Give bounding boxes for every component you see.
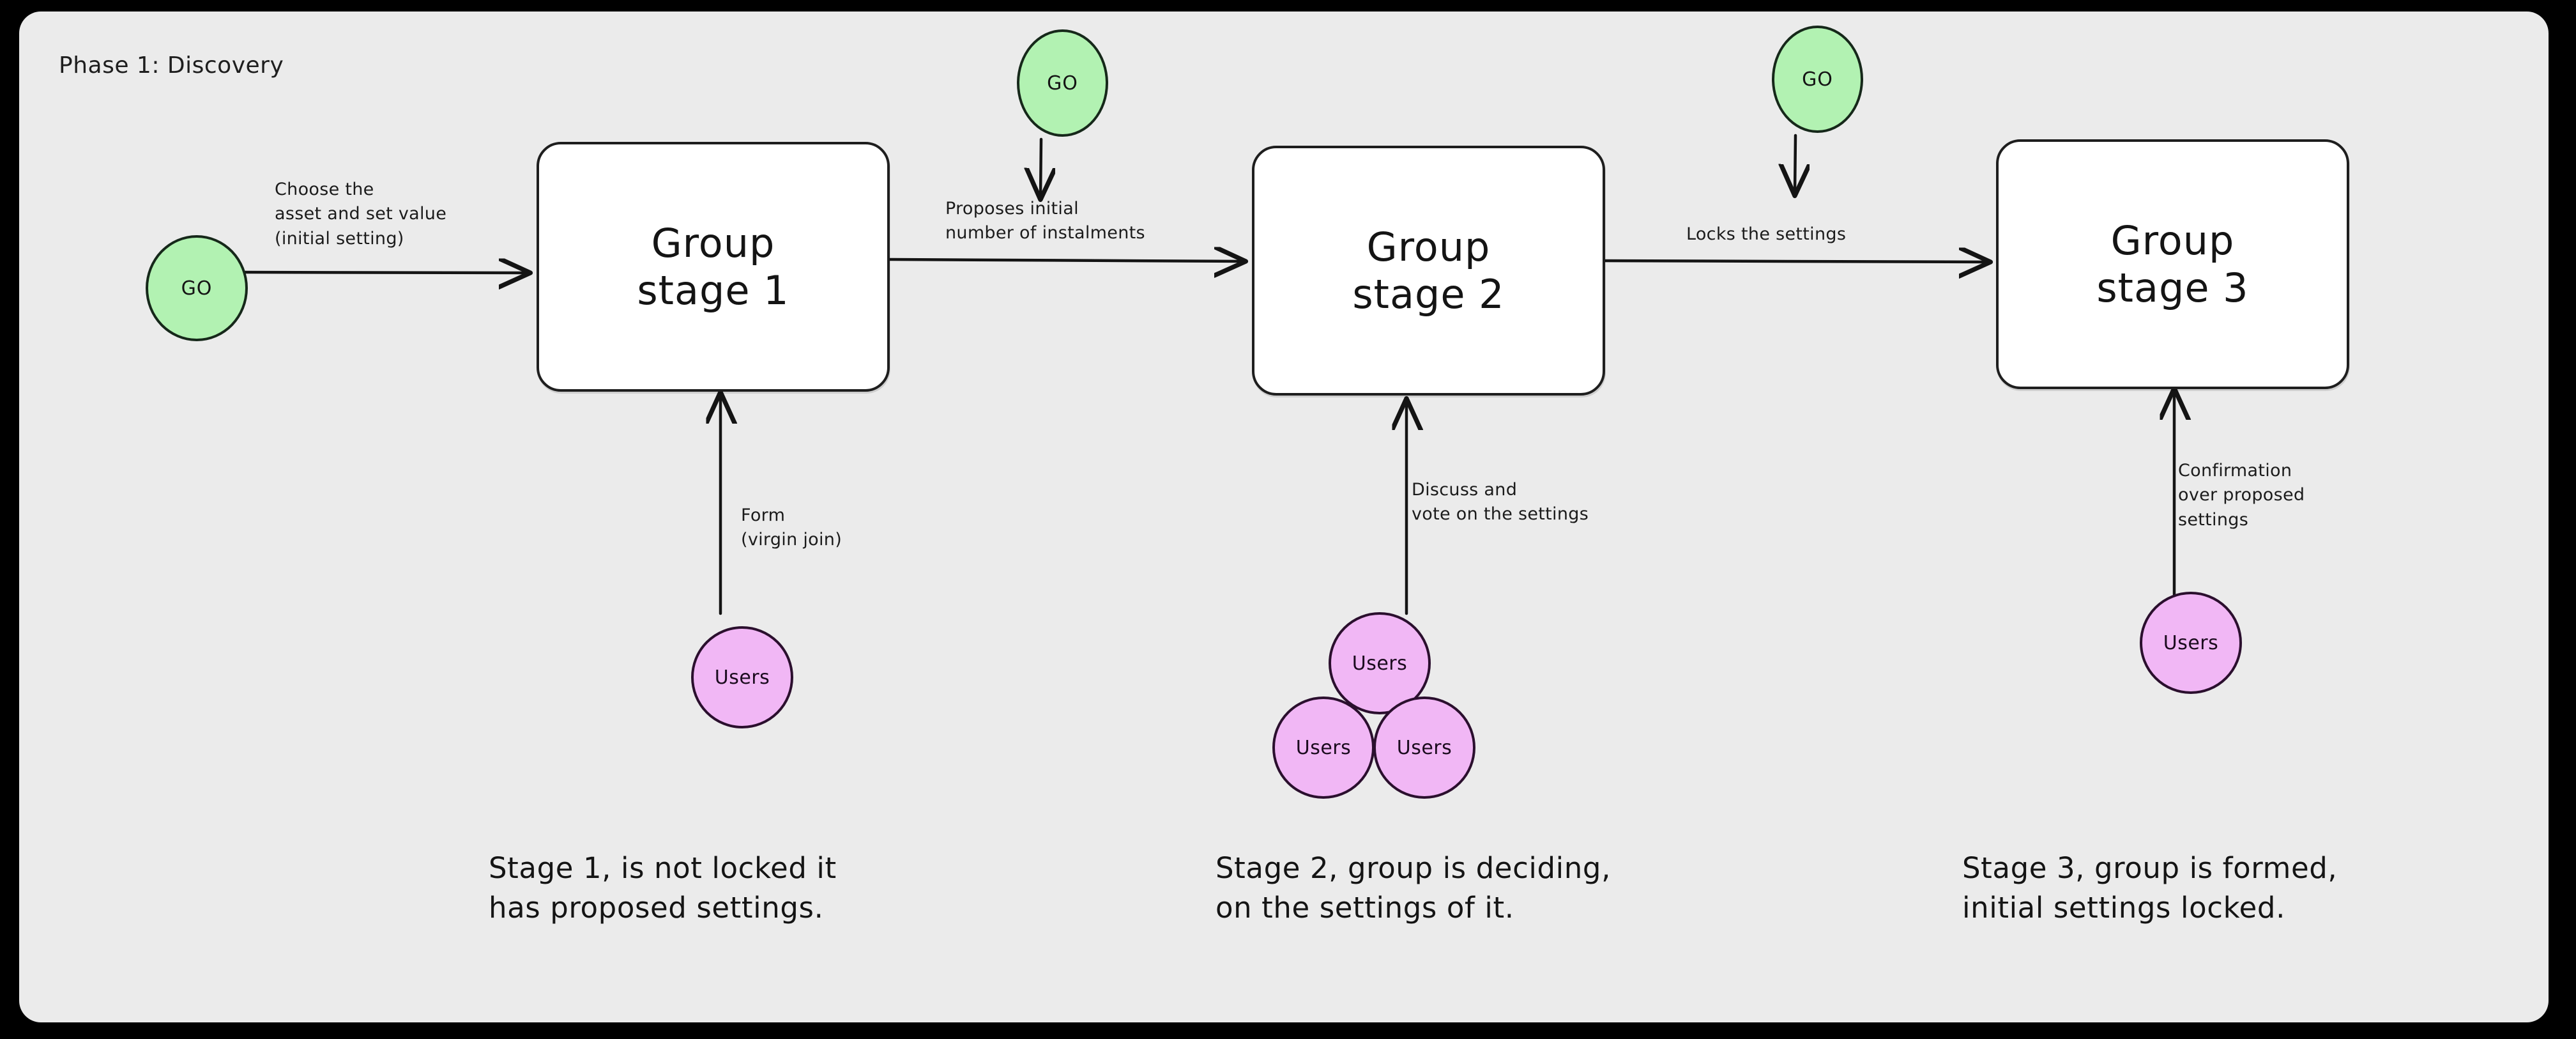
node-group-stage-2[interactable]: Group stage 2: [1252, 146, 1605, 396]
node-label-line1: Group: [651, 220, 775, 267]
page-title: Phase 1: Discovery: [59, 52, 284, 79]
diagram-stage: Phase 1: Discovery Group stage 1 Group s…: [0, 0, 2576, 1039]
node-label-line1: Group: [1366, 224, 1491, 271]
node-label: Users: [2163, 631, 2219, 654]
edge-label-users-to-stage1: Form (virgin join): [741, 505, 842, 550]
node-label-line2: stage 1: [637, 266, 789, 314]
node-label: GO: [1802, 68, 1833, 91]
node-label-line1: Group: [2110, 217, 2235, 265]
node-label-line2: stage 3: [2096, 264, 2249, 311]
node-label: Users: [714, 666, 770, 689]
edge-label-users-to-stage2: Discuss and vote on the settings: [1412, 480, 1589, 525]
caption-stage2: Stage 2, group is deciding, on the setti…: [1216, 851, 1611, 925]
node-label: GO: [1047, 72, 1078, 95]
diagram-canvas: Phase 1: Discovery Group stage 1 Group s…: [19, 12, 2549, 1022]
node-users-stage2-left[interactable]: Users: [1272, 697, 1375, 799]
caption-stage3: Stage 3, group is formed, initial settin…: [1962, 851, 2338, 925]
node-group-stage-1[interactable]: Group stage 1: [537, 142, 890, 392]
node-users-stage2-right[interactable]: Users: [1373, 697, 1475, 799]
node-go-left[interactable]: GO: [146, 235, 248, 341]
node-go-right[interactable]: GO: [1772, 26, 1863, 133]
edge-label-users-to-stage3: Confirmation over proposed settings: [2178, 461, 2305, 530]
node-users-stage3[interactable]: Users: [2140, 592, 2242, 694]
edge-label-stage2-to-stage3: Locks the settings: [1686, 224, 1847, 244]
caption-stage1: Stage 1, is not locked it has proposed s…: [489, 851, 837, 925]
node-label: Users: [1396, 736, 1452, 759]
node-users-stage1[interactable]: Users: [691, 626, 793, 728]
node-go-middle[interactable]: GO: [1017, 29, 1108, 137]
node-label: Users: [1295, 736, 1352, 759]
edge-label-go-to-stage1: Choose the asset and set value (initial …: [275, 180, 447, 249]
node-label: Users: [1352, 652, 1408, 675]
node-group-stage-3[interactable]: Group stage 3: [1996, 139, 2349, 389]
edge-label-stage1-to-stage2: Proposes initial number of instalments: [945, 199, 1145, 243]
node-label: GO: [181, 277, 213, 300]
node-label-line2: stage 2: [1352, 270, 1505, 318]
